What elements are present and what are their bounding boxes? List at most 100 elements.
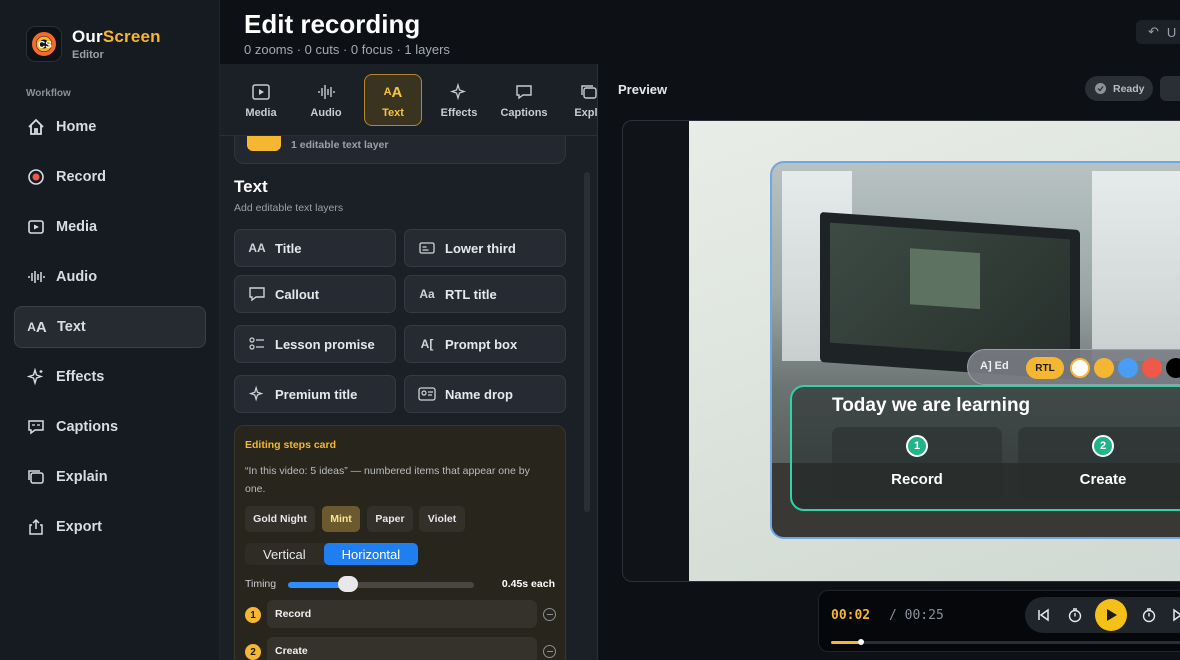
sidebar-item-record[interactable]: Record xyxy=(14,156,206,198)
steps-overlay[interactable]: Today we are learning 1 Record 2 Create xyxy=(790,385,1180,511)
tab-captions[interactable]: Captions xyxy=(495,74,553,126)
section-title: Text xyxy=(234,177,268,196)
tab-label: Audio xyxy=(310,107,342,119)
timing-slider[interactable] xyxy=(288,576,474,592)
editing-steps-card: Editing steps card “In this video: 5 ide… xyxy=(234,425,566,660)
remove-step-icon[interactable] xyxy=(543,645,556,658)
app-subtitle: Editor xyxy=(72,49,104,61)
brand[interactable]: CS OurScreen Editor xyxy=(26,26,161,62)
editor-panel: Media Audio AA Text Effects Captions Exp… xyxy=(220,64,598,660)
orientation-horizontal-option[interactable]: Horizontal xyxy=(323,543,419,565)
sidebar-item-label: Audio xyxy=(56,269,98,285)
step-number-badge: 1 xyxy=(245,607,261,623)
preset-label: Title xyxy=(275,240,302,256)
skip-forward-icon[interactable] xyxy=(1167,603,1180,627)
theme-violet-button[interactable]: Violet xyxy=(419,506,465,532)
page-title: Edit recording xyxy=(244,9,421,39)
captions-icon xyxy=(515,81,533,103)
fast-forward-icon[interactable] xyxy=(1137,603,1161,627)
playback-controls xyxy=(1025,597,1180,633)
color-swatch-yellow[interactable] xyxy=(1094,358,1114,378)
color-swatch-black[interactable] xyxy=(1166,358,1180,378)
color-swatch-white[interactable] xyxy=(1070,358,1090,378)
tab-label: Effects xyxy=(440,107,478,119)
callout-icon xyxy=(247,286,267,302)
preview-label: Preview xyxy=(618,82,668,97)
sidebar-item-label: Home xyxy=(56,119,97,135)
captions-icon xyxy=(26,417,46,437)
text-icon: AA xyxy=(383,83,403,101)
text-icon: AA xyxy=(27,318,47,336)
workflow-label: Workflow xyxy=(26,88,71,99)
sidebar-item-label: Media xyxy=(56,219,98,235)
playhead[interactable] xyxy=(857,639,864,645)
preset-premium-title-button[interactable]: Premium title xyxy=(234,375,396,413)
theme-gold-night-button[interactable]: Gold Night xyxy=(245,506,315,532)
app-logo-icon: CS xyxy=(26,26,62,62)
sidebar-item-effects[interactable]: Effects xyxy=(14,356,206,398)
timing-slider-handle[interactable] xyxy=(337,576,358,592)
rewind-icon[interactable] xyxy=(1063,603,1087,627)
step-text-field[interactable]: Record xyxy=(267,600,537,628)
overlay-step-number: 2 xyxy=(1092,435,1114,457)
sidebar-item-home[interactable]: Home xyxy=(14,106,206,148)
preset-label: Prompt box xyxy=(445,336,518,352)
step-text-field[interactable]: Create xyxy=(267,637,537,660)
text-layer-badge xyxy=(247,136,281,151)
sidebar-item-label: Explain xyxy=(56,469,108,485)
sidebar-item-export[interactable]: Export xyxy=(14,506,206,548)
timing-value: 0.45s each xyxy=(501,578,555,590)
orientation-toggle: Vertical Horizontal xyxy=(245,543,419,565)
remove-step-icon[interactable] xyxy=(543,608,556,621)
panel-scroll-area[interactable]: 1 editable text layer Text Add editable … xyxy=(220,136,597,660)
rtl-toggle-button[interactable]: RTL xyxy=(1026,357,1064,379)
panel-scrollbar[interactable] xyxy=(584,172,590,512)
text-tools[interactable]: A] Ed xyxy=(980,360,1009,372)
tab-label: Media xyxy=(245,107,277,119)
sidebar-item-audio[interactable]: Audio xyxy=(14,256,206,298)
monitor-screen xyxy=(830,222,1070,360)
theme-paper-button[interactable]: Paper xyxy=(367,506,413,532)
current-time: 00:02 xyxy=(831,608,871,623)
color-swatch-red[interactable] xyxy=(1142,358,1162,378)
preset-lesson-promise-button[interactable]: Lesson promise xyxy=(234,325,396,363)
sidebar-item-explain[interactable]: Explain xyxy=(14,456,206,498)
preset-rtl-title-button[interactable]: Aa RTL title xyxy=(404,275,566,313)
preset-title-button[interactable]: AA Title xyxy=(234,229,396,267)
preset-label: Name drop xyxy=(445,386,513,402)
sparkle-icon xyxy=(247,386,267,402)
tab-media[interactable]: Media xyxy=(232,74,290,126)
sidebar-item-media[interactable]: Media xyxy=(14,206,206,248)
panel-tabs: Media Audio AA Text Effects Captions Exp… xyxy=(220,64,598,136)
overlay-step-number: 1 xyxy=(906,435,928,457)
color-swatch-blue[interactable] xyxy=(1118,358,1138,378)
theme-mint-button[interactable]: Mint xyxy=(322,506,360,532)
skip-back-icon[interactable] xyxy=(1031,603,1055,627)
fullscreen-button[interactable] xyxy=(1160,76,1180,101)
undo-button[interactable]: ↶ U xyxy=(1136,20,1180,44)
play-button[interactable] xyxy=(1095,599,1127,631)
tab-effects[interactable]: Effects xyxy=(430,74,488,126)
preview-stage: A] Ed RTL Today we are learning 1 Record… xyxy=(622,120,1180,582)
sidebar-item-captions[interactable]: Captions xyxy=(14,406,206,448)
text-layers-card[interactable]: 1 editable text layer xyxy=(234,136,566,164)
preview-canvas[interactable]: A] Ed RTL Today we are learning 1 Record… xyxy=(689,121,1180,581)
check-icon xyxy=(1095,83,1106,94)
tab-explain[interactable]: Expla xyxy=(560,74,598,126)
tab-text[interactable]: AA Text xyxy=(364,74,422,126)
orientation-vertical-option[interactable]: Vertical xyxy=(245,543,324,565)
layer-count: 1 editable text layer xyxy=(291,139,389,151)
sidebar-item-text[interactable]: AA Text xyxy=(14,306,206,348)
tab-label: Expla xyxy=(574,107,598,119)
preset-prompt-box-button[interactable]: A[ Prompt box xyxy=(404,325,566,363)
preset-lower-third-button[interactable]: Lower third xyxy=(404,229,566,267)
sidebar-item-label: Captions xyxy=(56,419,119,435)
tab-audio[interactable]: Audio xyxy=(297,74,355,126)
svg-text:CS: CS xyxy=(38,40,52,51)
preset-callout-button[interactable]: Callout xyxy=(234,275,396,313)
preset-label: Lower third xyxy=(445,240,516,256)
preset-name-drop-button[interactable]: Name drop xyxy=(404,375,566,413)
playback-scrubber[interactable] xyxy=(831,639,1180,645)
app-name: OurScreen xyxy=(72,27,161,46)
total-time: / 00:25 xyxy=(889,608,944,623)
